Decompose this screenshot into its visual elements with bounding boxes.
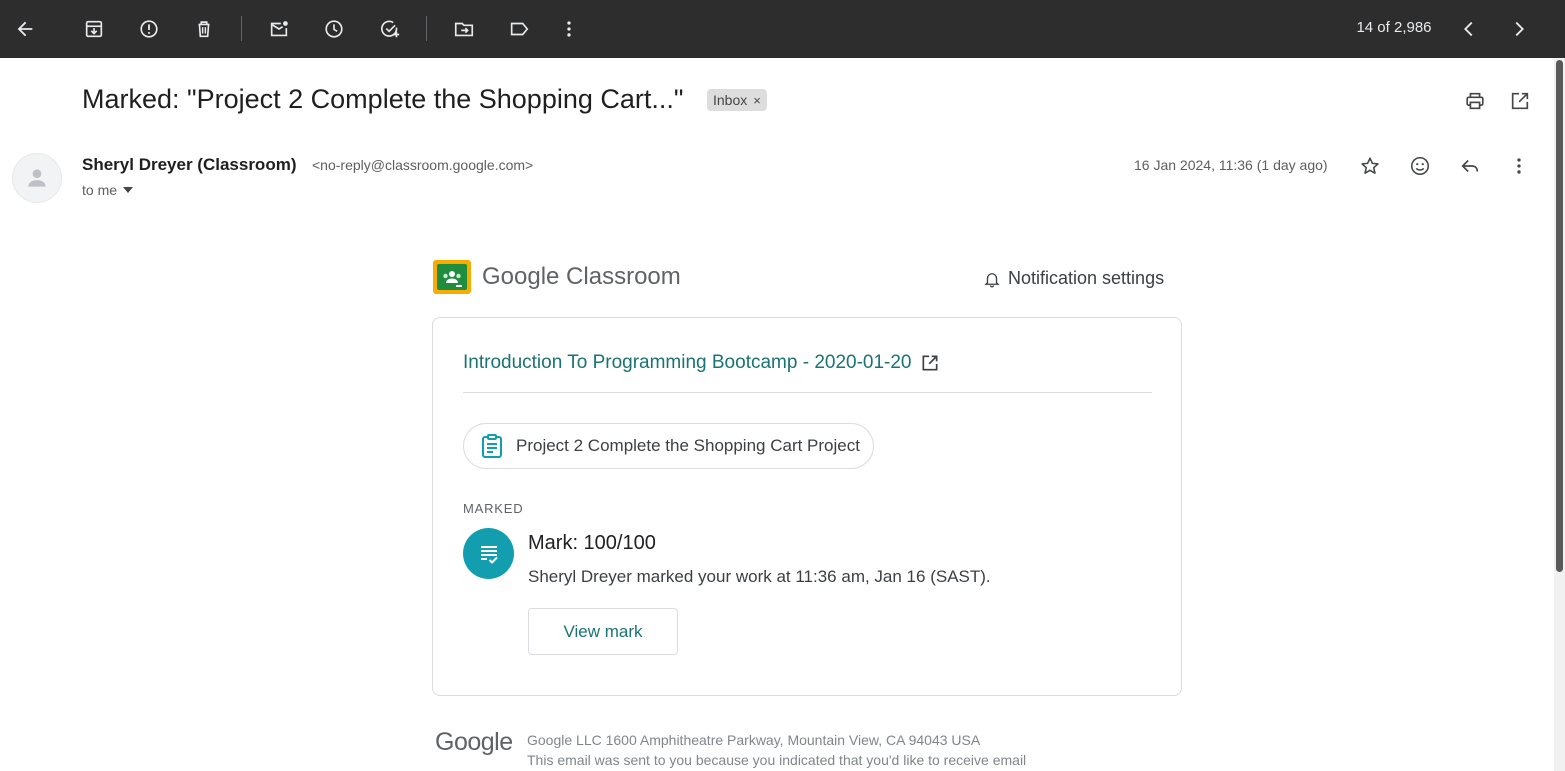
recipient-text: to me	[82, 182, 118, 198]
archive-icon	[85, 20, 103, 38]
trash-icon	[198, 21, 210, 38]
mark-description: Sheryl Dreyer marked your work at 11:36 …	[528, 567, 991, 586]
print-button[interactable]	[1462, 88, 1488, 114]
notification-settings-label: Notification settings	[1008, 268, 1165, 288]
notification-settings-link[interactable]: Notification settings	[983, 268, 1164, 289]
mail-dot-icon	[270, 21, 288, 37]
labels-button[interactable]	[503, 13, 535, 45]
open-new-window-button[interactable]	[1507, 88, 1533, 114]
card-divider	[463, 392, 1152, 393]
task-add-icon	[381, 20, 400, 38]
scrollbar[interactable]	[1554, 58, 1565, 771]
clock-icon	[325, 20, 343, 38]
footer-address: Google LLC 1600 Amphitheatre Parkway, Mo…	[527, 732, 981, 748]
reply-button[interactable]	[1456, 152, 1484, 180]
more-options-button[interactable]	[553, 13, 585, 45]
classroom-brand: Google Classroom	[482, 263, 681, 291]
open-in-new-icon	[1511, 92, 1529, 110]
report-icon	[140, 20, 158, 38]
chevron-left-icon	[1464, 21, 1473, 37]
grade-icon	[463, 528, 514, 579]
recipient-details-toggle[interactable]: to me	[82, 182, 134, 198]
classroom-logo	[433, 260, 471, 294]
delete-button[interactable]	[188, 13, 220, 45]
print-icon	[1466, 92, 1484, 110]
course-name: Introduction To Programming Bootcamp - 2…	[463, 352, 912, 373]
emoji-react-button[interactable]	[1406, 152, 1434, 180]
move-to-button[interactable]	[448, 13, 480, 45]
classroom-card: Introduction To Programming Bootcamp - 2…	[432, 317, 1182, 696]
newer-button[interactable]	[1453, 13, 1485, 45]
email-date: 16 Jan 2024, 11:36 (1 day ago)	[1134, 157, 1328, 173]
more-vert-icon	[567, 21, 571, 37]
smiley-icon	[1410, 156, 1430, 176]
message-more-button[interactable]	[1505, 152, 1533, 180]
label-text: Inbox	[713, 92, 748, 108]
caret-down-icon	[123, 187, 134, 193]
archive-button[interactable]	[78, 13, 110, 45]
chevron-right-icon	[1515, 21, 1524, 37]
older-button[interactable]	[1503, 13, 1535, 45]
brand-google: Google	[482, 263, 560, 290]
toolbar-divider	[241, 16, 242, 41]
inbox-label-chip: Inbox ×	[707, 89, 767, 111]
bell-icon	[984, 272, 1000, 287]
email-subject: Marked: "Project 2 Complete the Shopping…	[82, 84, 684, 114]
toolbar-divider	[426, 16, 427, 41]
label-icon	[510, 22, 529, 36]
sender-avatar[interactable]	[12, 153, 62, 203]
open-external-icon	[922, 355, 938, 371]
more-vert-icon	[1517, 158, 1521, 174]
scrollbar-thumb[interactable]	[1556, 60, 1563, 572]
sender-name[interactable]: Sheryl Dreyer (Classroom)	[82, 155, 296, 175]
course-link[interactable]: Introduction To Programming Bootcamp - 2…	[463, 352, 940, 374]
gmail-message-view: 14 of 2,986 Marked: "Project 2 Complete …	[0, 0, 1565, 771]
person-icon	[28, 169, 46, 187]
sender-email: <no-reply@classroom.google.com>	[312, 157, 534, 173]
star-button[interactable]	[1356, 152, 1384, 180]
view-mark-button[interactable]: View mark	[528, 608, 678, 655]
brand-product: Classroom	[559, 263, 681, 290]
star-icon	[1361, 157, 1379, 174]
report-spam-button[interactable]	[133, 13, 165, 45]
add-to-tasks-button[interactable]	[374, 13, 406, 45]
classroom-board-icon	[437, 264, 467, 290]
assignment-icon	[482, 434, 502, 458]
assignment-chip[interactable]: Project 2 Complete the Shopping Cart Pro…	[463, 423, 874, 469]
snooze-button[interactable]	[318, 13, 350, 45]
message-count: 14 of 2,986	[1356, 19, 1432, 36]
message-toolbar: 14 of 2,986	[0, 0, 1565, 58]
remove-label-button[interactable]: ×	[753, 93, 761, 108]
footer-note: This email was sent to you because you i…	[527, 752, 1027, 768]
reply-icon	[1461, 159, 1479, 173]
assignment-title: Project 2 Complete the Shopping Cart Pro…	[516, 436, 860, 455]
arrow-left-icon	[17, 21, 33, 37]
mark-unread-button[interactable]	[263, 13, 295, 45]
google-footer-logo: Google	[435, 728, 513, 756]
folder-move-icon	[454, 22, 474, 37]
mark-score: Mark: 100/100	[528, 532, 656, 554]
back-button[interactable]	[9, 13, 41, 45]
graded-doc-icon	[480, 545, 498, 564]
status-label: MARKED	[463, 501, 524, 516]
